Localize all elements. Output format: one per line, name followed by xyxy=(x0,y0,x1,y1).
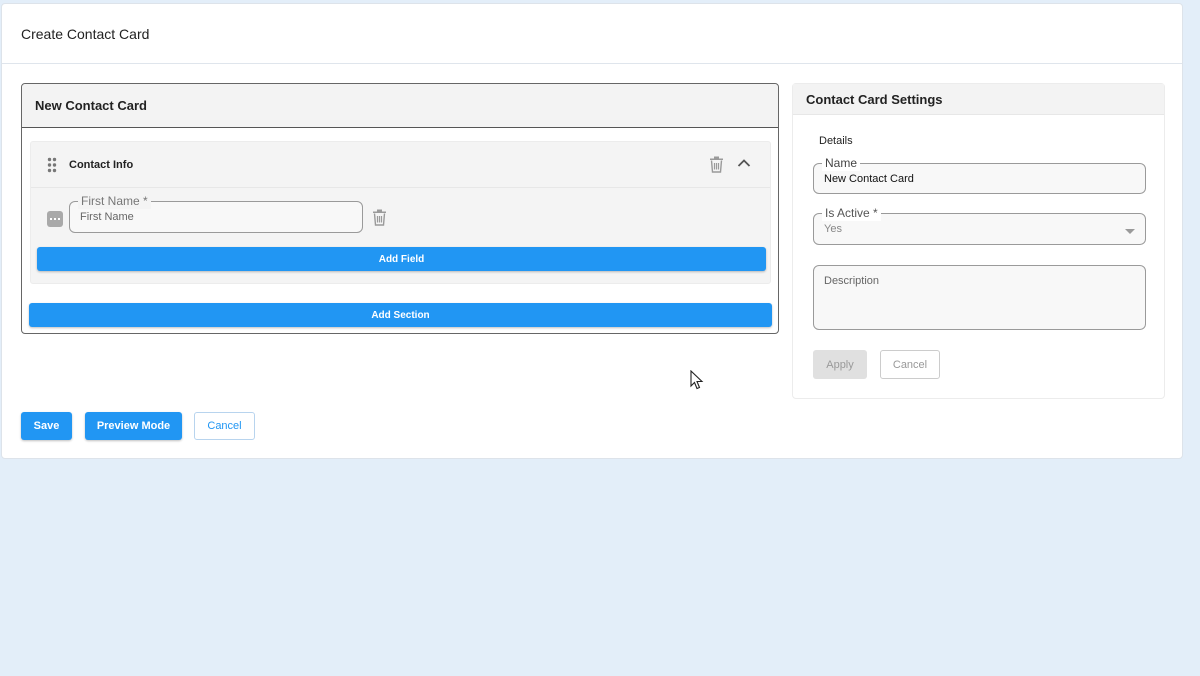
text-field-type-icon xyxy=(47,211,63,227)
contact-card-builder: New Contact Card Contact Info First Name… xyxy=(21,83,779,334)
section-title: Contact Info xyxy=(69,158,134,171)
settings-header: Contact Card Settings xyxy=(793,84,1164,115)
name-label: Name xyxy=(822,155,861,171)
description-placeholder: Description xyxy=(824,275,880,287)
apply-button[interactable]: Apply xyxy=(813,350,867,379)
first-name-field[interactable]: First Name * xyxy=(69,193,363,233)
is-active-value: Yes xyxy=(824,223,842,235)
first-name-label: First Name * xyxy=(78,193,151,209)
caret-down-icon xyxy=(1125,229,1135,234)
is-active-select[interactable]: Is Active * Yes xyxy=(813,205,1146,245)
description-field[interactable]: Description xyxy=(813,265,1146,330)
footer-cancel-button[interactable]: Cancel xyxy=(194,412,255,440)
is-active-label: Is Active * xyxy=(822,205,881,221)
add-field-button[interactable]: Add Field xyxy=(37,247,766,271)
delete-section-icon[interactable] xyxy=(709,156,724,173)
drag-handle-icon[interactable] xyxy=(47,157,57,173)
page-title: Create Contact Card xyxy=(21,25,150,42)
create-contact-card-panel: Create Contact Card New Contact Card Con… xyxy=(1,3,1183,459)
details-label: Details xyxy=(819,135,853,147)
chevron-up-icon[interactable] xyxy=(737,158,751,168)
section-contact-info: Contact Info First Name * First Name Add… xyxy=(30,141,771,284)
mouse-cursor-icon xyxy=(690,369,704,395)
builder-header: New Contact Card xyxy=(22,84,778,128)
save-button[interactable]: Save xyxy=(21,412,72,440)
contact-card-settings: Contact Card Settings Details Name New C… xyxy=(792,83,1165,399)
page-header: Create Contact Card xyxy=(2,4,1182,64)
settings-cancel-button[interactable]: Cancel xyxy=(880,350,940,379)
name-value: New Contact Card xyxy=(824,173,914,185)
add-section-button[interactable]: Add Section xyxy=(29,303,772,327)
builder-card-title: New Contact Card xyxy=(35,98,147,113)
delete-field-icon[interactable] xyxy=(372,209,387,226)
settings-title: Contact Card Settings xyxy=(806,91,943,107)
preview-mode-button[interactable]: Preview Mode xyxy=(85,412,182,440)
field-row-first-name: First Name * xyxy=(31,193,770,239)
section-header: Contact Info xyxy=(31,142,770,188)
first-name-input[interactable] xyxy=(80,211,314,223)
name-field[interactable]: Name New Contact Card xyxy=(813,155,1146,194)
